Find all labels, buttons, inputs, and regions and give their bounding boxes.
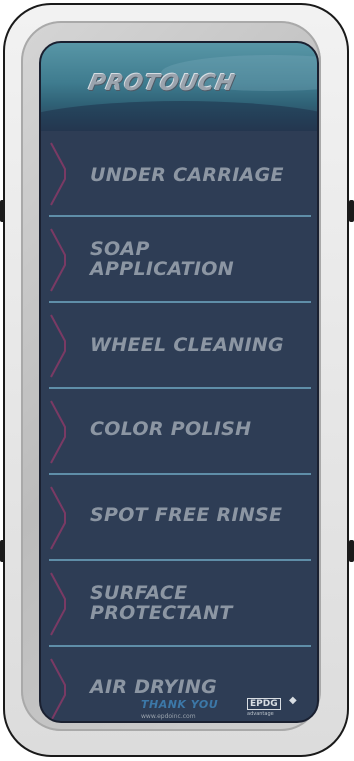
housing-clip-left-lower: [0, 540, 5, 562]
chevron-right-icon: [50, 658, 66, 721]
menu-item-surface-protectant[interactable]: SURFACE PROTECTANT: [41, 561, 317, 647]
housing-clip-right-lower: [349, 540, 354, 562]
menu-item-air-drying[interactable]: AIR DRYING: [41, 647, 317, 721]
chevron-right-icon: [50, 314, 66, 378]
housing-clip-right: [349, 200, 354, 222]
menu-item-label: AIR DRYING: [90, 676, 218, 698]
menu-item-color-polish[interactable]: COLOR POLISH: [41, 389, 317, 475]
menu-item-under-carriage[interactable]: UNDER CARRIAGE: [41, 131, 317, 217]
chevron-right-icon: [50, 572, 66, 636]
menu-item-label: SURFACE PROTECTANT: [90, 582, 233, 624]
brand-tagline: advantage: [247, 711, 274, 717]
chevron-right-icon: [50, 400, 66, 464]
menu-item-label: SPOT FREE RINSE: [90, 504, 283, 526]
chevron-right-icon: [50, 486, 66, 550]
housing-clip-left: [0, 200, 5, 222]
menu-item-label: COLOR POLISH: [90, 418, 252, 440]
menu-item-label: WHEEL CLEANING: [90, 334, 284, 356]
diamond-icon: ◆: [289, 695, 297, 706]
chevron-right-icon: [50, 228, 66, 292]
brand-logo: EPDG: [247, 698, 281, 710]
menu-item-wheel-cleaning[interactable]: WHEEL CLEANING: [41, 303, 317, 389]
chevron-right-icon: [50, 142, 66, 206]
menu-item-label: SOAP APPLICATION: [90, 238, 234, 280]
header-banner: PROTOUCH: [41, 43, 317, 131]
menu-item-label: UNDER CARRIAGE: [90, 164, 284, 186]
display-screen: PROTOUCH UNDER CARRIAGE SOAP APPLICATION…: [39, 41, 319, 723]
thank-you-text: THANK YOU: [141, 698, 219, 711]
menu-item-spot-free-rinse[interactable]: SPOT FREE RINSE: [41, 475, 317, 561]
menu-item-soap-application[interactable]: SOAP APPLICATION: [41, 217, 317, 303]
website-url: www.epdoinc.com: [141, 713, 196, 720]
protouch-logo: PROTOUCH: [86, 71, 238, 96]
